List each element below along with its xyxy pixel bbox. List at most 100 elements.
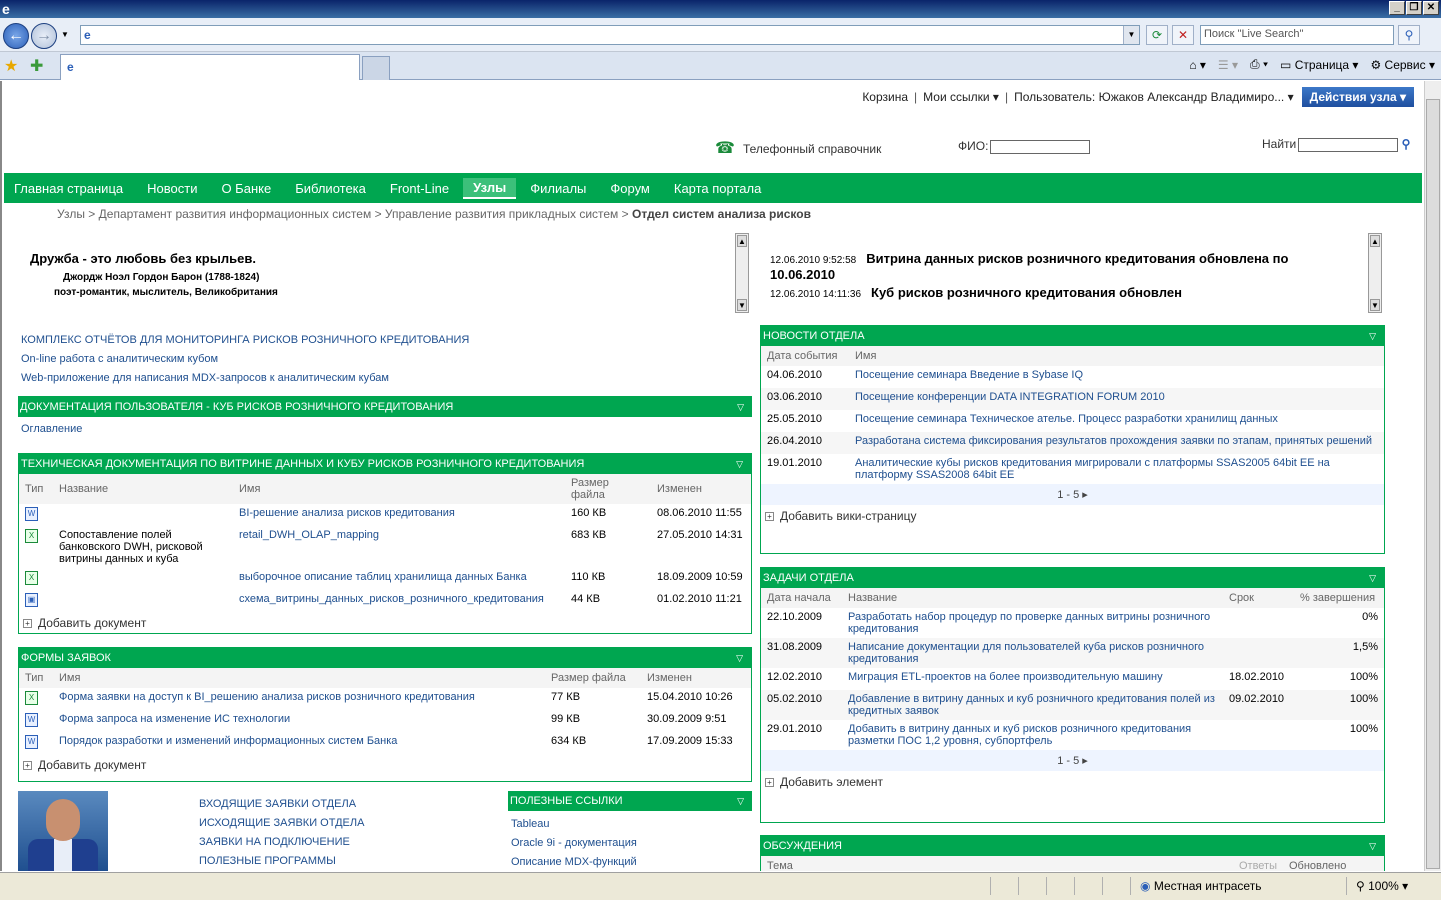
add-document-button[interactable]: + Добавить документ (19, 754, 751, 776)
forward-button[interactable]: → (31, 23, 57, 49)
ticker-headline-cont[interactable]: 10.06.2010 (770, 267, 835, 282)
nav-item[interactable]: Карта портала (674, 179, 761, 198)
form-link[interactable]: Форма запроса на изменение ИС технологии (59, 713, 290, 725)
chevron-down-icon[interactable]: ▽ (1369, 326, 1376, 346)
link-outgoing-requests[interactable]: ИСХОДЯЩИЕ ЗАЯВКИ ОТДЕЛА (199, 817, 364, 829)
nav-item[interactable]: Форум (610, 179, 650, 198)
col-header[interactable]: Имя (53, 668, 545, 688)
add-wiki-page-button[interactable]: + Добавить вики-страницу (761, 505, 1384, 527)
form-link[interactable]: Форма заявки на доступ к BI_решению анал… (59, 691, 475, 703)
link-mdx-webapp[interactable]: Web-приложение для написания MDX-запросо… (21, 372, 389, 384)
page-scrollbar[interactable] (1424, 81, 1441, 871)
add-favorites-icon[interactable]: ✚ (30, 56, 43, 76)
zoom-control[interactable]: ⚲ 100% ▾ (1356, 879, 1408, 893)
task-link[interactable]: Написание документации для пользователей… (848, 641, 1204, 665)
add-document-button[interactable]: + Добавить документ (19, 612, 751, 634)
breadcrumb-item[interactable]: Узлы (57, 207, 85, 221)
search-input[interactable]: Поиск "Live Search" (1200, 25, 1394, 45)
link-incoming-requests[interactable]: ВХОДЯЩИЕ ЗАЯВКИ ОТДЕЛА (199, 798, 356, 810)
breadcrumb-item[interactable]: Управление развития прикладных систем (385, 207, 618, 221)
link-tableau[interactable]: Tableau (511, 818, 550, 830)
maximize-button[interactable]: ❐ (1406, 1, 1422, 15)
toc-link[interactable]: Оглавление (21, 423, 82, 435)
news-link[interactable]: Посещение семинара Введение в Sybase IQ (855, 369, 1083, 381)
form-link[interactable]: Порядок разработки и изменений информаци… (59, 735, 397, 747)
col-header[interactable]: Название (53, 474, 233, 504)
refresh-button[interactable]: ⟳ (1146, 25, 1168, 45)
link-report-complex[interactable]: КОМПЛЕКС ОТЧЁТОВ ДЛЯ МОНИТОРИНГА РИСКОВ … (21, 334, 469, 346)
phonebook-link[interactable]: ☎ Телефонный справочник (715, 138, 881, 158)
breadcrumb-item[interactable]: Департамент развития информационных сист… (99, 207, 372, 221)
col-header[interactable]: Тип (19, 668, 53, 688)
address-bar[interactable]: e ▼ (80, 25, 1140, 45)
col-header[interactable]: Дата начала (761, 588, 842, 608)
chevron-down-icon[interactable]: ▼ (1123, 26, 1139, 44)
col-header[interactable]: Срок (1223, 588, 1294, 608)
ticker-scrollbar[interactable]: ▲ ▼ (1368, 233, 1382, 313)
search-icon[interactable]: ⚲ (1398, 25, 1420, 45)
col-header[interactable]: Размер файла (565, 474, 651, 504)
security-zone[interactable]: ◉ Местная интрасеть (1140, 879, 1261, 893)
chevron-down-icon[interactable]: ▽ (1369, 836, 1376, 856)
back-button[interactable]: ← (3, 23, 29, 49)
news-link[interactable]: Посещение семинара Техническое ателье. П… (855, 413, 1278, 425)
nav-item[interactable]: Новости (147, 179, 197, 198)
link-oracle-docs[interactable]: Oracle 9i - документация (511, 837, 637, 849)
page-menu[interactable]: ▭ Страница ▾ (1280, 58, 1358, 72)
chevron-down-icon[interactable]: ▽ (1369, 568, 1376, 588)
new-tab-button[interactable] (362, 56, 390, 80)
col-header[interactable]: Ответы (1227, 856, 1283, 871)
next-page-icon[interactable]: ▸ (1082, 489, 1088, 501)
tools-menu[interactable]: ⚙ Сервис ▾ (1370, 58, 1435, 72)
link-online-cube[interactable]: On-line работа с аналитическим кубом (21, 353, 218, 365)
nav-item[interactable]: Библиотека (295, 179, 366, 198)
news-link[interactable]: Аналитические кубы рисков кредитования м… (855, 457, 1330, 481)
chevron-down-icon[interactable]: ▽ (737, 791, 744, 811)
col-header[interactable]: Размер файла (545, 668, 641, 688)
chevron-down-icon[interactable]: ▽ (737, 397, 744, 417)
doc-link[interactable]: retail_DWH_OLAP_mapping (239, 529, 379, 541)
col-header[interactable]: Название (842, 588, 1223, 608)
link-mdx-functions[interactable]: Описание MDX-функций (511, 856, 637, 868)
doc-link[interactable]: схема_витрины_данных_рисков_розничного_к… (239, 593, 544, 605)
task-link[interactable]: Разработать набор процедур по проверке д… (848, 611, 1210, 635)
history-dropdown-icon[interactable]: ▼ (61, 30, 69, 39)
find-input[interactable] (1298, 137, 1399, 152)
link-connection-requests[interactable]: ЗАЯВКИ НА ПОДКЛЮЧЕНИЕ (199, 836, 350, 848)
feeds-icon[interactable]: ☰ ▾ (1218, 58, 1238, 72)
col-header[interactable]: Имя (233, 474, 565, 504)
task-link[interactable]: Добавление в витрину данных и куб рознич… (848, 693, 1215, 717)
doc-link[interactable]: BI-решение анализа рисков кредитования (239, 507, 455, 519)
scrollbar-thumb[interactable] (1426, 99, 1440, 869)
close-button[interactable]: ✕ (1423, 1, 1439, 15)
my-links-menu[interactable]: Мои ссылки ▾ (923, 90, 999, 104)
col-header[interactable]: Тема (761, 856, 1227, 871)
favorites-star-icon[interactable]: ★ (4, 56, 18, 76)
ticker-headline[interactable]: Куб рисков розничного кредитования обнов… (871, 285, 1182, 300)
col-header[interactable]: Дата события (761, 346, 849, 366)
search-icon[interactable]: ⚲ (1402, 137, 1411, 151)
cart-link[interactable]: Корзина (862, 90, 908, 104)
col-header[interactable]: Имя (849, 346, 1384, 366)
print-icon[interactable]: ⎙ ▾ (1250, 57, 1268, 72)
task-link[interactable]: Миграция ETL-проектов на более производи… (848, 671, 1163, 683)
link-useful-programs[interactable]: ПОЛЕЗНЫЕ ПРОГРАММЫ (199, 855, 336, 867)
nav-item[interactable]: Front-Line (390, 179, 449, 198)
col-header[interactable]: Тип (19, 474, 53, 504)
stop-button[interactable]: ✕ (1172, 25, 1194, 45)
doc-link[interactable]: выборочное описание таблиц хранилища дан… (239, 571, 527, 583)
minimize-button[interactable]: _ (1389, 1, 1405, 15)
task-link[interactable]: Добавить в витрину данных и куб рисков р… (848, 723, 1191, 747)
col-header[interactable]: Изменен (651, 474, 751, 504)
nav-item[interactable]: Главная страница (14, 179, 123, 198)
col-header[interactable]: Обновлено (1283, 856, 1384, 871)
fio-input[interactable] (990, 139, 1091, 154)
news-link[interactable]: Разработана система фиксирования результ… (855, 435, 1372, 447)
col-header[interactable]: % завершения (1294, 588, 1384, 608)
nav-item[interactable]: О Банке (221, 179, 271, 198)
nav-item[interactable]: Филиалы (530, 179, 586, 198)
nav-item[interactable]: Узлы (463, 177, 517, 199)
chevron-down-icon[interactable]: ▽ (736, 648, 743, 668)
next-page-icon[interactable]: ▸ (1082, 755, 1088, 767)
ticker-headline[interactable]: Витрина данных рисков розничного кредито… (866, 251, 1288, 266)
